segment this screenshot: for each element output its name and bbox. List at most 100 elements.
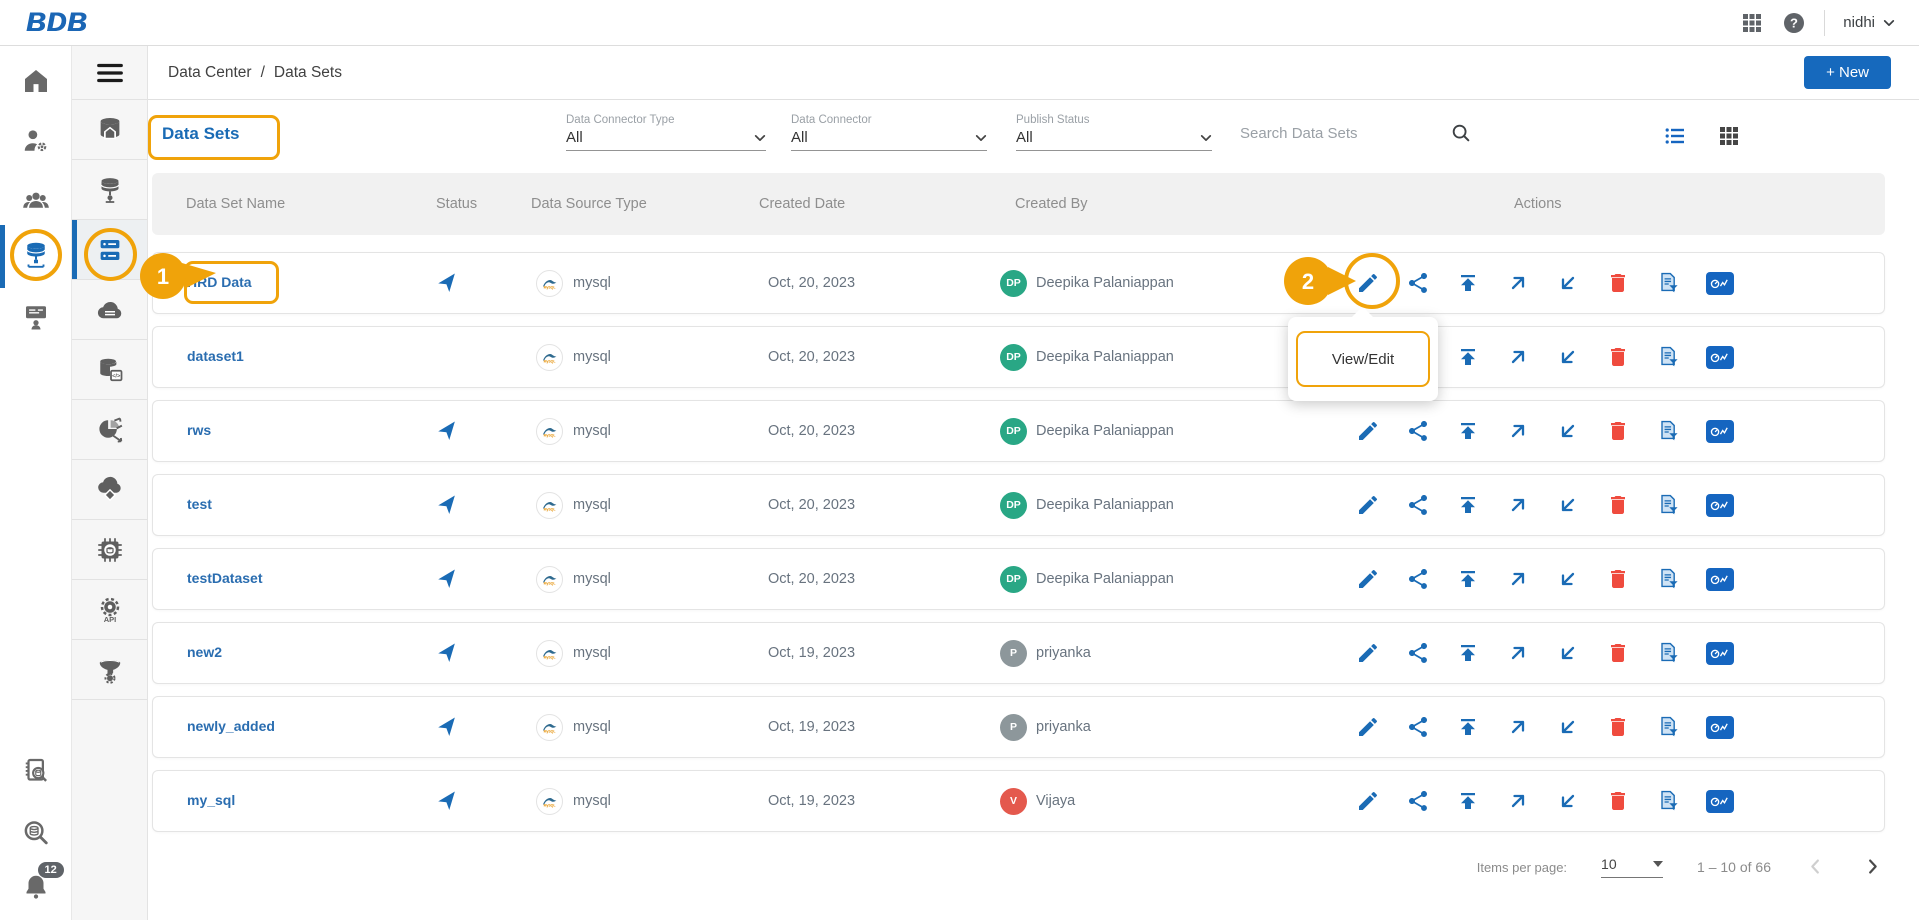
page-size-select[interactable]: 10 bbox=[1601, 856, 1663, 878]
publish-icon[interactable] bbox=[1456, 641, 1480, 665]
presentation-person-icon[interactable] bbox=[21, 302, 51, 332]
data-metrics-icon[interactable] bbox=[1706, 790, 1734, 813]
nav-data-stores[interactable] bbox=[72, 280, 147, 340]
dataset-name-link[interactable]: HRD Data bbox=[187, 274, 252, 290]
nav-data-center-home[interactable] bbox=[72, 100, 147, 160]
data-metrics-icon[interactable] bbox=[1706, 346, 1734, 369]
edit-icon[interactable] bbox=[1356, 419, 1380, 443]
arrow-down-left-icon[interactable] bbox=[1556, 419, 1580, 443]
share-icon[interactable] bbox=[1406, 493, 1430, 517]
previous-page-icon[interactable] bbox=[1805, 856, 1827, 878]
data-metrics-icon[interactable] bbox=[1706, 272, 1734, 295]
dataset-name-link[interactable]: my_sql bbox=[187, 792, 235, 808]
data-metrics-icon[interactable] bbox=[1706, 568, 1734, 591]
user-menu[interactable]: nidhi bbox=[1843, 14, 1895, 31]
share-icon[interactable] bbox=[1406, 641, 1430, 665]
arrow-up-right-icon[interactable] bbox=[1506, 419, 1530, 443]
data-metrics-icon[interactable] bbox=[1706, 420, 1734, 443]
publish-icon[interactable] bbox=[1456, 345, 1480, 369]
dataset-name-link[interactable]: newly_added bbox=[187, 718, 275, 734]
help-icon[interactable] bbox=[1782, 11, 1806, 35]
data-prep-icon[interactable] bbox=[1656, 641, 1680, 665]
arrow-up-right-icon[interactable] bbox=[1506, 641, 1530, 665]
delete-icon[interactable] bbox=[1606, 641, 1630, 665]
data-prep-icon[interactable] bbox=[1656, 419, 1680, 443]
nav-api-services[interactable] bbox=[72, 580, 147, 640]
user-settings-icon[interactable] bbox=[21, 126, 51, 156]
share-icon[interactable] bbox=[1406, 715, 1430, 739]
publish-icon[interactable] bbox=[1456, 715, 1480, 739]
apps-grid-icon[interactable] bbox=[1740, 11, 1764, 35]
arrow-down-left-icon[interactable] bbox=[1556, 493, 1580, 517]
share-icon[interactable] bbox=[1406, 271, 1430, 295]
arrow-up-right-icon[interactable] bbox=[1506, 715, 1530, 739]
arrow-down-left-icon[interactable] bbox=[1556, 567, 1580, 591]
search-input[interactable] bbox=[1240, 125, 1450, 142]
share-icon[interactable] bbox=[1406, 789, 1430, 813]
dataset-name-link[interactable]: dataset1 bbox=[187, 348, 244, 364]
nav-data-sets[interactable] bbox=[72, 220, 147, 280]
nav-data-filter[interactable] bbox=[72, 640, 147, 700]
delete-icon[interactable] bbox=[1606, 789, 1630, 813]
publish-icon[interactable] bbox=[1456, 419, 1480, 443]
dataset-name-link[interactable]: new2 bbox=[187, 644, 222, 660]
new-button[interactable]: + New bbox=[1804, 56, 1891, 89]
data-metrics-icon[interactable] bbox=[1706, 716, 1734, 739]
grid-view-icon[interactable] bbox=[1717, 124, 1741, 148]
edit-icon[interactable] bbox=[1356, 567, 1380, 591]
data-prep-icon[interactable] bbox=[1656, 493, 1680, 517]
search-icon[interactable] bbox=[1450, 122, 1472, 144]
list-view-icon[interactable] bbox=[1663, 124, 1687, 148]
sidebar-toggle[interactable] bbox=[72, 46, 147, 100]
share-icon[interactable] bbox=[1406, 419, 1430, 443]
filter-publish-status[interactable]: Publish Status All bbox=[1016, 114, 1212, 151]
filter-data-connector[interactable]: Data Connector All bbox=[791, 114, 987, 151]
data-search-icon[interactable] bbox=[21, 818, 51, 848]
breadcrumb-data-center[interactable]: Data Center bbox=[168, 64, 252, 82]
arrow-down-left-icon[interactable] bbox=[1556, 789, 1580, 813]
nav-data-connectors[interactable] bbox=[72, 160, 147, 220]
audit-log-icon[interactable] bbox=[21, 756, 51, 786]
arrow-down-left-icon[interactable] bbox=[1556, 345, 1580, 369]
nav-data-sync[interactable] bbox=[72, 400, 147, 460]
publish-icon[interactable] bbox=[1456, 271, 1480, 295]
share-icon[interactable] bbox=[1406, 567, 1430, 591]
delete-icon[interactable] bbox=[1606, 419, 1630, 443]
edit-icon[interactable] bbox=[1356, 789, 1380, 813]
dataset-name-link[interactable]: test bbox=[187, 496, 212, 512]
data-prep-icon[interactable] bbox=[1656, 567, 1680, 591]
notifications-bell[interactable]: 12 bbox=[21, 872, 51, 902]
data-metrics-icon[interactable] bbox=[1706, 642, 1734, 665]
publish-icon[interactable] bbox=[1456, 493, 1480, 517]
arrow-down-left-icon[interactable] bbox=[1556, 271, 1580, 295]
nav-data-lake[interactable] bbox=[72, 460, 147, 520]
delete-icon[interactable] bbox=[1606, 345, 1630, 369]
publish-icon[interactable] bbox=[1456, 567, 1480, 591]
arrow-down-left-icon[interactable] bbox=[1556, 715, 1580, 739]
edit-icon[interactable] bbox=[1356, 271, 1380, 295]
delete-icon[interactable] bbox=[1606, 271, 1630, 295]
dataset-name-link[interactable]: rws bbox=[187, 422, 211, 438]
edit-icon[interactable] bbox=[1356, 715, 1380, 739]
edit-icon[interactable] bbox=[1356, 641, 1380, 665]
user-groups-icon[interactable] bbox=[21, 186, 51, 216]
data-center-icon[interactable] bbox=[21, 240, 51, 270]
arrow-up-right-icon[interactable] bbox=[1506, 271, 1530, 295]
arrow-down-left-icon[interactable] bbox=[1556, 641, 1580, 665]
delete-icon[interactable] bbox=[1606, 493, 1630, 517]
data-prep-icon[interactable] bbox=[1656, 271, 1680, 295]
arrow-up-right-icon[interactable] bbox=[1506, 493, 1530, 517]
filter-data-connector-type[interactable]: Data Connector Type All bbox=[566, 114, 766, 151]
edit-icon[interactable] bbox=[1356, 493, 1380, 517]
arrow-up-right-icon[interactable] bbox=[1506, 567, 1530, 591]
home-icon[interactable] bbox=[21, 66, 51, 96]
next-page-icon[interactable] bbox=[1861, 856, 1883, 878]
delete-icon[interactable] bbox=[1606, 715, 1630, 739]
nav-data-as-api[interactable] bbox=[72, 340, 147, 400]
data-metrics-icon[interactable] bbox=[1706, 494, 1734, 517]
publish-icon[interactable] bbox=[1456, 789, 1480, 813]
data-prep-icon[interactable] bbox=[1656, 789, 1680, 813]
data-prep-icon[interactable] bbox=[1656, 715, 1680, 739]
arrow-up-right-icon[interactable] bbox=[1506, 345, 1530, 369]
nav-data-engine[interactable] bbox=[72, 520, 147, 580]
